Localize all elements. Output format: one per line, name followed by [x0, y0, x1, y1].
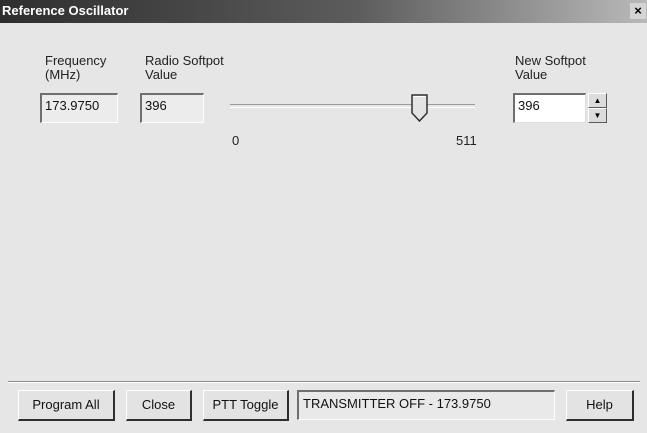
help-button[interactable]: Help [566, 390, 634, 421]
program-all-button[interactable]: Program All [18, 390, 115, 421]
spin-down-icon[interactable]: ▼ [588, 108, 607, 123]
new-softpot-input[interactable]: 396 [513, 93, 586, 123]
close-icon[interactable]: × [630, 3, 646, 19]
reference-oscillator-window: Reference Oscillator × Frequency (MHz) R… [0, 0, 647, 433]
frequency-label: Frequency (MHz) [45, 53, 107, 82]
bottom-divider [8, 381, 640, 383]
radio-softpot-field: 396 [140, 93, 204, 123]
window-title: Reference Oscillator [2, 3, 129, 18]
spin-up-icon[interactable]: ▲ [588, 93, 607, 108]
softpot-slider-track[interactable] [230, 104, 475, 108]
softpot-slider-thumb[interactable] [410, 94, 430, 122]
radio-softpot-label: Radio Softpot Value [145, 53, 224, 82]
slider-max-label: 511 [456, 133, 477, 148]
new-softpot-label: New Softpot Value [515, 53, 586, 82]
ptt-toggle-button[interactable]: PTT Toggle [203, 390, 289, 421]
slider-min-label: 0 [232, 133, 240, 148]
title-bar[interactable]: Reference Oscillator × [0, 0, 647, 23]
frequency-field: 173.9750 [40, 93, 118, 123]
status-field: TRANSMITTER OFF - 173.9750 [297, 390, 555, 420]
close-button[interactable]: Close [126, 390, 192, 421]
